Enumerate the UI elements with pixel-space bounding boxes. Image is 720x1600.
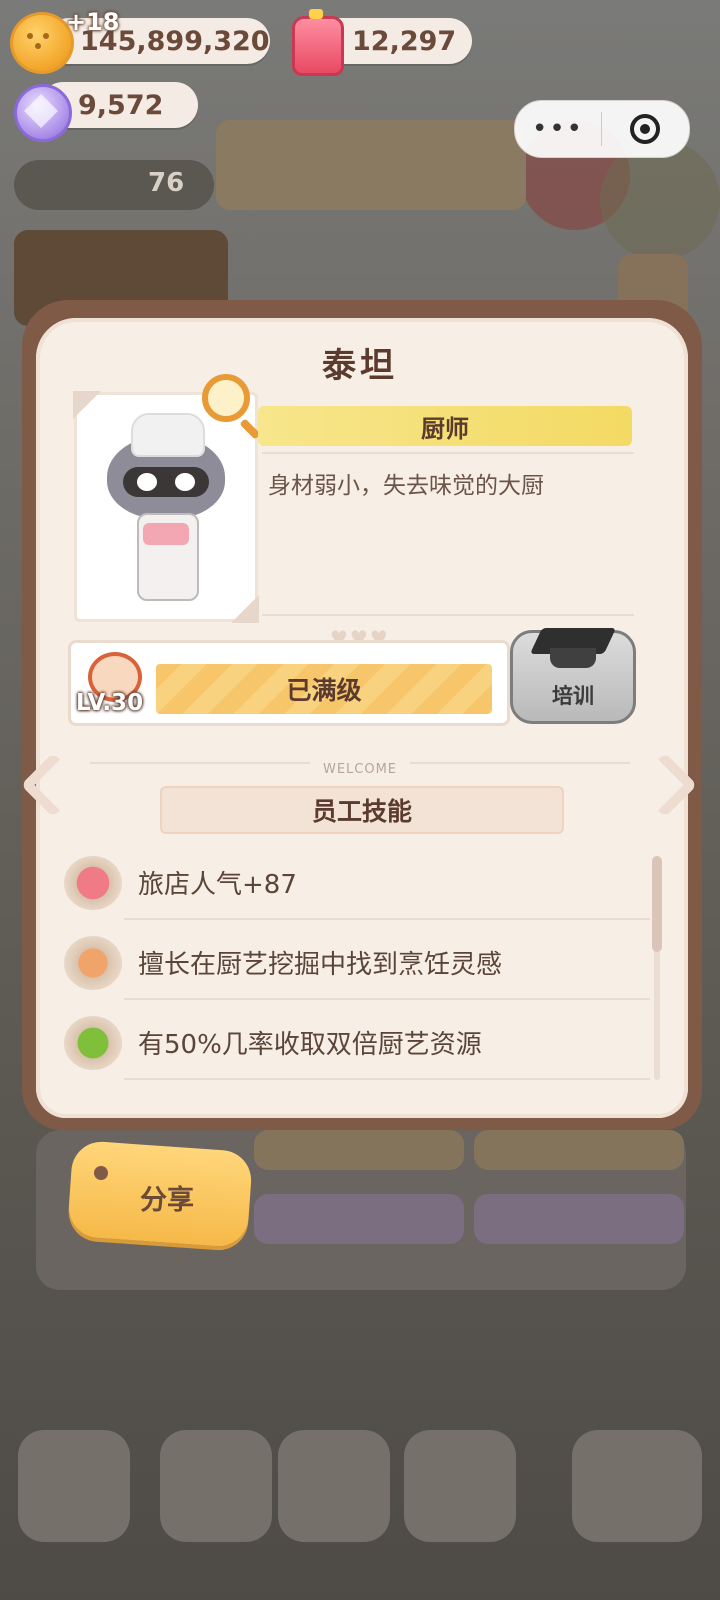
magnifier-icon[interactable] (202, 374, 250, 422)
bg-staff-tab (474, 1130, 684, 1170)
skill-text: 擅长在厨艺挖掘中找到烹饪灵感 (138, 950, 503, 980)
jam-amount: 12,297 (352, 25, 457, 57)
divider (124, 918, 650, 920)
tag-hole (94, 1166, 108, 1180)
bg-staff-tab (254, 1130, 464, 1170)
gem-icon (14, 84, 72, 142)
divider (262, 614, 634, 616)
level-label: LV.30 (76, 690, 144, 716)
coin-bonus: +18 (66, 8, 120, 36)
divider (262, 452, 634, 454)
bg-staff-level (254, 1194, 464, 1244)
level-status: 已满级 (156, 664, 492, 714)
job-title: 厨师 (258, 406, 632, 446)
more-dots-icon[interactable]: ••• (515, 114, 601, 144)
bg-sign (216, 120, 526, 210)
photo-corner (231, 595, 259, 623)
nav-shop-icon[interactable] (404, 1430, 516, 1542)
divider (124, 998, 650, 1000)
bg-staff-level (474, 1194, 684, 1244)
nav-notebook-icon[interactable] (160, 1430, 272, 1542)
jam-skill-icon (64, 856, 122, 910)
divider (124, 1078, 650, 1080)
graduation-cap-icon (529, 628, 617, 672)
skill-item: 有50%几率收取双倍厨艺资源 (56, 1012, 656, 1072)
raccoon-eye (175, 473, 195, 491)
close-target-icon[interactable] (602, 114, 688, 144)
skill-item: 旅店人气+87 (56, 852, 656, 912)
staff-name: 泰坦 (322, 346, 398, 386)
raccoon-mask (123, 467, 209, 497)
side-counter: 76 (148, 168, 185, 198)
raccoon-eye (137, 473, 157, 491)
gem-amount: 9,572 (78, 89, 164, 121)
skills-scroll-thumb[interactable] (652, 856, 662, 952)
chef-hat-icon (131, 413, 205, 457)
nav-fish-icon[interactable] (572, 1430, 702, 1542)
train-label: 培训 (552, 684, 594, 708)
skills-title: 员工技能 (160, 786, 564, 834)
nav-house-icon[interactable] (18, 1430, 130, 1542)
mini-program-capsule: ••• (514, 100, 690, 158)
nav-staff-icon[interactable] (278, 1430, 390, 1542)
bg-tree (600, 140, 720, 260)
cookie-coin-icon (10, 12, 74, 74)
staff-portrait (73, 391, 259, 623)
bg-counter: 76 (14, 160, 214, 210)
staff-description: 身材弱小，失去味觉的大厨 (268, 473, 544, 499)
drumstick-skill-icon (64, 936, 122, 990)
skill-text: 有50%几率收取双倍厨艺资源 (138, 1030, 482, 1060)
jam-jar-icon (292, 9, 344, 76)
skill-text: 旅店人气+87 (138, 870, 297, 900)
skill-item: 擅长在厨艺挖掘中找到烹饪灵感 (56, 932, 656, 992)
broccoli-skill-icon (64, 1016, 122, 1070)
raccoon-scarf (143, 523, 189, 545)
photo-corner (73, 391, 101, 419)
welcome-text: WELCOME (322, 762, 398, 777)
share-label: 分享 (140, 1185, 194, 1216)
